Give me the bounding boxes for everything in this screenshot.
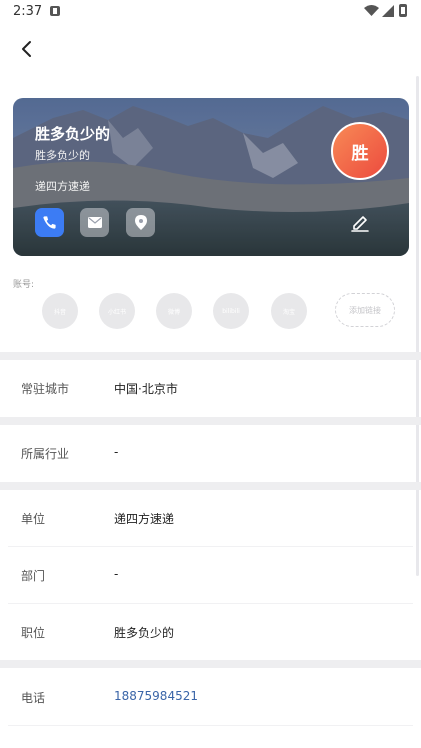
unit-value: 递四方速递 xyxy=(114,512,175,526)
signal-icon xyxy=(382,5,394,17)
row-divider xyxy=(8,725,413,726)
avatar: 胜 xyxy=(331,122,389,180)
contact-title: 胜多负少的 xyxy=(35,149,90,162)
chevron-left-icon xyxy=(22,41,31,57)
status-time: 2:37 xyxy=(13,4,43,19)
row-divider xyxy=(8,546,413,547)
position-label: 职位 xyxy=(21,626,46,640)
add-link-button[interactable]: 添加链接 xyxy=(335,293,395,327)
phone-value[interactable]: 18875984521 xyxy=(114,689,198,703)
phone-label: 电话 xyxy=(21,691,46,705)
department-value: - xyxy=(114,567,119,581)
phone-icon xyxy=(43,216,56,229)
wifi-icon xyxy=(364,5,379,16)
contact-name: 胜多负少的 xyxy=(35,125,111,143)
email-button[interactable] xyxy=(80,208,109,237)
notification-icon xyxy=(50,6,60,16)
account-bilibili[interactable]: bilibili xyxy=(213,293,249,329)
account-xiaohongshu[interactable]: 小红书 xyxy=(99,293,135,329)
industry-value: - xyxy=(114,445,119,459)
contact-company: 递四方速递 xyxy=(35,180,90,193)
industry-label: 所属行业 xyxy=(21,447,70,461)
unit-label: 单位 xyxy=(21,512,46,526)
department-label: 部门 xyxy=(21,569,46,583)
row-divider xyxy=(8,603,413,604)
edit-button[interactable] xyxy=(350,212,370,232)
battery-icon xyxy=(399,4,407,17)
location-button[interactable] xyxy=(126,208,155,237)
edit-icon xyxy=(351,216,369,232)
account-douyin[interactable]: 抖音 xyxy=(42,293,78,329)
position-value: 胜多负少的 xyxy=(114,626,175,640)
account-weibo[interactable]: 微博 xyxy=(156,293,192,329)
city-label: 常驻城市 xyxy=(21,382,70,396)
location-icon xyxy=(134,215,147,230)
status-bar: 2:37 xyxy=(0,0,421,24)
back-button[interactable] xyxy=(14,36,40,62)
accounts-label: 账号: xyxy=(13,280,35,290)
city-value: 中国·北京市 xyxy=(114,382,178,396)
section-divider xyxy=(0,660,421,668)
mail-icon xyxy=(87,217,102,228)
scrollbar[interactable] xyxy=(416,76,419,576)
section-divider xyxy=(0,417,421,425)
contact-card: 胜多负少的 胜多负少的 递四方速递 胜 xyxy=(13,98,409,256)
section-divider xyxy=(0,352,421,360)
section-divider xyxy=(0,482,421,490)
account-taobao[interactable]: 淘宝 xyxy=(271,293,307,329)
call-button[interactable] xyxy=(35,208,64,237)
